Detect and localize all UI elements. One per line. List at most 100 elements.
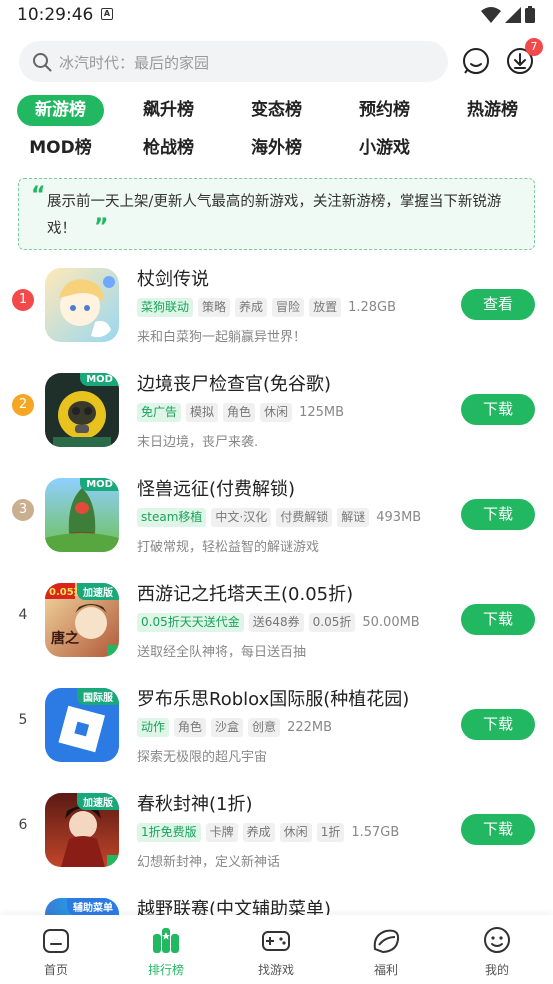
tag: 解谜 <box>337 508 370 527</box>
nav-profile[interactable]: 我的 <box>457 925 537 978</box>
game-title: 罗布乐思Roblox国际服(种植花园) <box>137 689 410 710</box>
home-icon <box>43 929 69 953</box>
rank-badge: 1 <box>12 289 34 311</box>
game-description: 末日边境，丧尸来袭. <box>137 435 259 450</box>
mod-badge: MOD <box>80 478 119 491</box>
tag-row: 0.05折天天送代金 送648券 0.05折 50.00MB <box>137 613 420 632</box>
search-bar[interactable]: 冰汽时代：最后的家园 <box>19 41 448 82</box>
game-icon: 0.05折 唐之 加速版 <box>45 583 119 657</box>
list-item[interactable]: 6 加速版 春秋封神(1折) 1折免费版 卡牌 养成 休闲 1折 1.57GB … <box>0 783 553 888</box>
tab-new-games[interactable]: 新游榜 <box>17 95 104 126</box>
nav-label: 首页 <box>43 963 68 977</box>
file-size: 125MB <box>299 405 345 420</box>
tag: 休闲 <box>260 403 293 422</box>
download-button[interactable]: 下载 <box>461 604 535 635</box>
rank-number: 4 <box>18 607 28 623</box>
tag: 策略 <box>198 298 231 317</box>
nav-label: 我的 <box>484 963 509 977</box>
game-title: 春秋封神(1折) <box>137 794 253 815</box>
tag: 1折 <box>316 823 345 842</box>
tag: 免广告 <box>137 403 182 422</box>
download-count-badge: 7 <box>525 38 543 56</box>
tag: 角色 <box>174 718 207 737</box>
tag: 0.05折天天送代金 <box>137 613 244 632</box>
tab-rising[interactable]: 飙升榜 <box>125 95 212 126</box>
tag-row: 1折免费版 卡牌 养成 休闲 1折 1.57GB <box>137 823 399 842</box>
ranking-icon <box>153 928 179 953</box>
search-placeholder: 冰汽时代：最后的家园 <box>59 54 210 72</box>
game-icon: MOD <box>45 373 119 447</box>
tab-modded[interactable]: 变态榜 <box>233 95 320 126</box>
rank-badge: 3 <box>12 499 34 521</box>
search-icon <box>33 53 52 72</box>
notice-text: 展示前一天上架/更新人气最高的新游戏，关注新游榜，掌握当下新锐游戏！ <box>47 194 502 237</box>
international-badge: 国际服 <box>77 688 119 705</box>
tab-reservation[interactable]: 预约榜 <box>341 95 428 126</box>
list-item[interactable]: 5 国际服 罗布乐思Roblox国际服(种植花园) 动作 角色 沙盒 创意 22… <box>0 678 553 783</box>
tab-overseas[interactable]: 海外榜 <box>233 133 320 164</box>
nav-home[interactable]: 首页 <box>16 925 96 978</box>
file-size: 222MB <box>287 720 333 735</box>
download-button[interactable]: 下载 <box>461 394 535 425</box>
game-title: 怪兽远征(付费解锁) <box>137 479 296 500</box>
nav-label: 排行榜 <box>147 963 184 977</box>
file-size: 493MB <box>376 510 422 525</box>
view-button[interactable]: 查看 <box>461 289 535 320</box>
rank-badge: 2 <box>12 394 34 416</box>
tab-mod[interactable]: MOD榜 <box>17 133 104 164</box>
tag: 养成 <box>242 823 275 842</box>
nav-label: 找游戏 <box>257 963 294 977</box>
tag: 休闲 <box>279 823 312 842</box>
game-title: 西游记之托塔天王(0.05折) <box>137 584 354 605</box>
open-quote-icon: “ <box>31 183 46 208</box>
nav-ranking[interactable]: 排行榜 <box>126 925 206 978</box>
gamepad-icon <box>262 931 290 951</box>
tag: 送648券 <box>248 613 304 632</box>
accelerated-badge: 加速版 <box>77 793 119 810</box>
nav-welfare[interactable]: 福利 <box>346 925 426 978</box>
tag: 模拟 <box>186 403 219 422</box>
bottom-nav: 首页 排行榜 找游戏 福利 我的 <box>0 915 553 984</box>
tag: 创意 <box>248 718 281 737</box>
file-size: 50.00MB <box>362 615 420 630</box>
tab-mini-games[interactable]: 小游戏 <box>341 133 428 164</box>
game-icon: 加速版 <box>45 793 119 867</box>
download-button[interactable]: 下载 <box>461 499 535 530</box>
tag: 放置 <box>309 298 342 317</box>
list-item[interactable]: 2 MOD 边境丧尸检查官(免谷歌) 免广告 模拟 角色 休闲 125MB 末日… <box>0 363 553 468</box>
tag-row: 免广告 模拟 角色 休闲 125MB <box>137 403 344 422</box>
assist-menu-badge: 辅助菜单 <box>67 898 119 915</box>
status-icons <box>481 6 535 23</box>
game-description: 来和白菜狗一起躺赢异世界！ <box>137 330 307 345</box>
list-item[interactable]: 1 杖剑传说 菜狗联动 策略 养成 冒险 放置 1.28GB 来和白菜狗一起躺赢… <box>0 258 553 363</box>
file-size: 1.57GB <box>351 825 400 840</box>
tag: 菜狗联动 <box>137 298 194 317</box>
close-quote-icon: ” <box>94 215 109 240</box>
game-description: 打破常规，轻松益智的解谜游戏 <box>137 540 320 555</box>
list-item[interactable]: 3 MOD 怪兽远征(付费解锁) steam移植 中文·汉化 付费解锁 解谜 4… <box>0 468 553 573</box>
game-description: 幻想新封神，定义新神话 <box>137 855 281 870</box>
nav-label: 福利 <box>373 963 398 977</box>
tag-row: 菜狗联动 策略 养成 冒险 放置 1.28GB <box>137 298 396 317</box>
game-description: 送取经全队神将，每日送百抽 <box>137 645 307 660</box>
download-button[interactable]: 下载 <box>461 709 535 740</box>
notification-a-icon: A <box>101 8 113 20</box>
game-icon <box>45 268 119 342</box>
message-icon[interactable] <box>461 46 491 76</box>
rank-number: 6 <box>18 817 28 833</box>
tag: 沙盒 <box>211 718 244 737</box>
nav-find-games[interactable]: 找游戏 <box>236 925 316 978</box>
tag: 角色 <box>223 403 256 422</box>
download-button[interactable]: 下载 <box>461 814 535 845</box>
tag-row: 动作 角色 沙盒 创意 222MB <box>137 718 332 737</box>
tag: 1折免费版 <box>137 823 201 842</box>
wifi-icon <box>481 6 501 23</box>
svg-text:唐之: 唐之 <box>51 630 79 647</box>
game-icon: MOD <box>45 478 119 552</box>
tab-shooter[interactable]: 枪战榜 <box>125 133 212 164</box>
tag: 卡牌 <box>205 823 238 842</box>
tab-hot[interactable]: 热游榜 <box>449 95 536 126</box>
list-item[interactable]: 4 0.05折 唐之 加速版 西游记之托塔天王(0.05折) 0.05折天天送代金… <box>0 573 553 678</box>
tag: 冒险 <box>272 298 305 317</box>
game-title: 边境丧尸检查官(免谷歌) <box>137 374 332 395</box>
